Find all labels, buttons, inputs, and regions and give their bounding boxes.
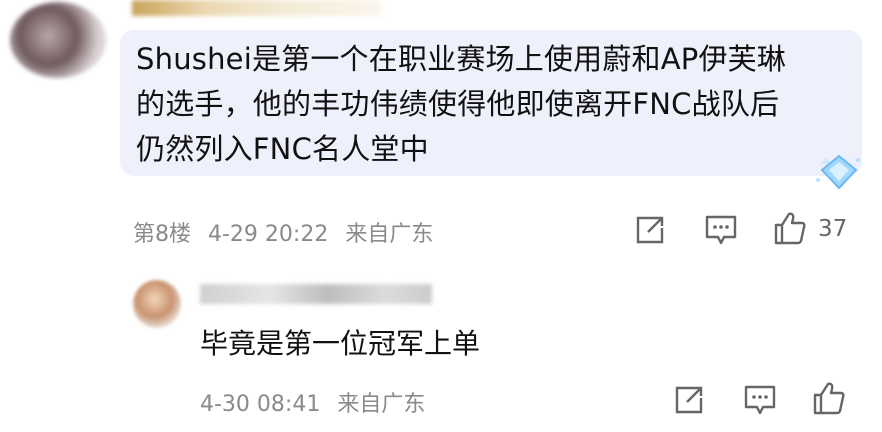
reply-username-blurred[interactable]	[200, 284, 432, 304]
comment-line: Shushei是第一个在职业赛场上使用蔚和AP伊芙琳	[136, 42, 787, 76]
like-count: 37	[818, 216, 848, 242]
share-icon[interactable]	[673, 384, 705, 416]
comment-location: 来自广东	[345, 222, 434, 247]
comment-icon[interactable]	[704, 214, 738, 246]
reply-text: 毕竟是第一位冠军上单	[200, 327, 481, 360]
share-icon[interactable]	[634, 214, 666, 246]
comment-meta: 第8楼 4-29 20:22 来自广东	[133, 216, 443, 248]
reply-location: 来自广东	[337, 392, 426, 417]
thumbs-up-icon[interactable]	[773, 210, 807, 246]
diamond-badge-icon	[816, 154, 861, 190]
comment-text: Shushei是第一个在职业赛场上使用蔚和AP伊芙琳 的选手，他的丰功伟绩使得他…	[136, 37, 836, 172]
floor-label: 第8楼	[133, 222, 191, 247]
reply-meta: 4-30 08:41 来自广东	[200, 386, 435, 418]
comment-icon[interactable]	[743, 384, 777, 416]
reply-avatar[interactable]	[133, 280, 181, 328]
comment-time: 4-29 20:22	[208, 222, 329, 247]
username-blurred[interactable]	[132, 0, 382, 16]
comment-line: 仍然列入FNC名人堂中	[136, 132, 429, 166]
thumbs-up-icon[interactable]	[812, 380, 846, 416]
avatar[interactable]	[10, 2, 106, 78]
reply-time: 4-30 08:41	[200, 392, 321, 417]
comment-line: 的选手，他的丰功伟绩使得他即使离开FNC战队后	[136, 87, 780, 121]
